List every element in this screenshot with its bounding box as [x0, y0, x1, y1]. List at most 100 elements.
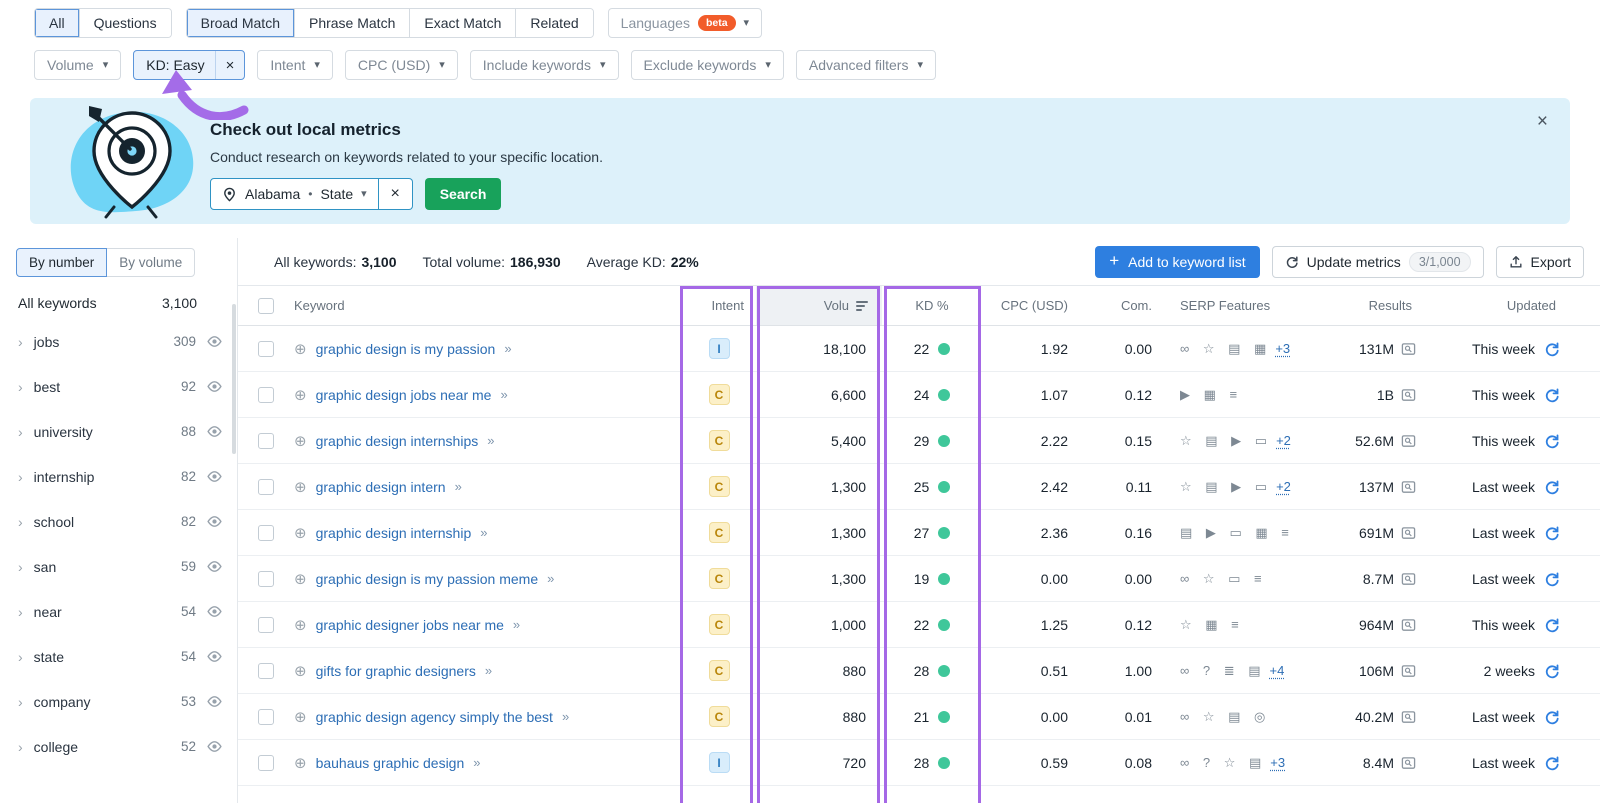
- open-keyword-icon[interactable]: »: [455, 479, 462, 494]
- add-keyword-plus-icon[interactable]: ⊕: [294, 386, 307, 404]
- sidebar-scrollbar[interactable]: [232, 304, 236, 454]
- select-all-checkbox[interactable]: [258, 298, 274, 314]
- row-checkbox[interactable]: [258, 433, 274, 449]
- banner-close-icon[interactable]: ×: [1537, 112, 1548, 131]
- languages-dropdown[interactable]: Languages beta ▾: [608, 8, 762, 38]
- add-keyword-plus-icon[interactable]: ⊕: [294, 708, 307, 726]
- keyword-link[interactable]: graphic design agency simply the best: [316, 709, 553, 725]
- intent-badge[interactable]: C: [709, 476, 730, 497]
- advanced-filters-dropdown[interactable]: Advanced filters ▾: [796, 50, 936, 80]
- match-type-tab[interactable]: Exact Match: [410, 9, 516, 37]
- header-results[interactable]: Results: [1322, 298, 1432, 313]
- serp-preview-icon[interactable]: [1401, 618, 1416, 632]
- sort-by-volume-button[interactable]: By volume: [106, 248, 195, 277]
- row-checkbox[interactable]: [258, 709, 274, 725]
- refresh-metrics-icon[interactable]: [1544, 433, 1560, 449]
- intent-badge[interactable]: C: [709, 660, 730, 681]
- add-keyword-plus-icon[interactable]: ⊕: [294, 570, 307, 588]
- add-keyword-plus-icon[interactable]: ⊕: [294, 340, 307, 358]
- keyword-link[interactable]: graphic design jobs near me: [316, 387, 492, 403]
- add-to-keyword-list-button[interactable]: + Add to keyword list: [1095, 246, 1259, 278]
- exclude-keywords-dropdown[interactable]: Exclude keywords ▾: [631, 50, 784, 80]
- kd-filter-active[interactable]: KD: Easy ×: [133, 50, 245, 80]
- open-keyword-icon[interactable]: »: [513, 617, 520, 632]
- keyword-link[interactable]: graphic design is my passion: [316, 341, 496, 357]
- serp-more-link[interactable]: +2: [1276, 433, 1291, 448]
- keyword-link[interactable]: graphic design internships: [316, 433, 479, 449]
- eye-icon[interactable]: [206, 559, 223, 574]
- serp-preview-icon[interactable]: [1401, 434, 1416, 448]
- keyword-group-item[interactable]: › san 59: [0, 544, 237, 589]
- eye-icon[interactable]: [206, 604, 223, 619]
- eye-icon[interactable]: [206, 379, 223, 394]
- eye-icon[interactable]: [206, 694, 223, 709]
- volume-filter-dropdown[interactable]: Volume ▾: [34, 50, 121, 80]
- header-volume[interactable]: Volu: [756, 286, 882, 325]
- serp-preview-icon[interactable]: [1401, 572, 1416, 586]
- open-keyword-icon[interactable]: »: [485, 663, 492, 678]
- add-keyword-plus-icon[interactable]: ⊕: [294, 478, 307, 496]
- header-cpc[interactable]: CPC (USD): [982, 298, 1082, 313]
- open-keyword-icon[interactable]: »: [547, 571, 554, 586]
- eye-icon[interactable]: [206, 334, 223, 349]
- add-keyword-plus-icon[interactable]: ⊕: [294, 754, 307, 772]
- row-checkbox[interactable]: [258, 571, 274, 587]
- serp-preview-icon[interactable]: [1401, 664, 1416, 678]
- open-keyword-icon[interactable]: »: [562, 709, 569, 724]
- match-type-tab[interactable]: Questions: [80, 9, 171, 37]
- eye-icon[interactable]: [206, 424, 223, 439]
- row-checkbox[interactable]: [258, 663, 274, 679]
- open-keyword-icon[interactable]: »: [504, 341, 511, 356]
- keyword-link[interactable]: graphic design is my passion meme: [316, 571, 539, 587]
- add-keyword-plus-icon[interactable]: ⊕: [294, 432, 307, 450]
- header-updated[interactable]: Updated: [1432, 298, 1600, 313]
- row-checkbox[interactable]: [258, 479, 274, 495]
- refresh-metrics-icon[interactable]: [1544, 387, 1560, 403]
- match-type-tab[interactable]: Broad Match: [187, 9, 295, 37]
- serp-more-link[interactable]: +3: [1275, 341, 1290, 356]
- eye-icon[interactable]: [206, 739, 223, 754]
- row-checkbox[interactable]: [258, 387, 274, 403]
- header-intent[interactable]: Intent: [682, 298, 756, 313]
- eye-icon[interactable]: [206, 469, 223, 484]
- refresh-metrics-icon[interactable]: [1544, 341, 1560, 357]
- sort-by-number-button[interactable]: By number: [16, 248, 107, 277]
- keyword-group-item[interactable]: › company 53: [0, 679, 237, 724]
- header-serp-features[interactable]: SERP Features: [1162, 298, 1322, 313]
- header-com[interactable]: Com.: [1082, 298, 1162, 313]
- row-checkbox[interactable]: [258, 617, 274, 633]
- serp-preview-icon[interactable]: [1401, 710, 1416, 724]
- serp-preview-icon[interactable]: [1401, 388, 1416, 402]
- match-type-tab[interactable]: All: [35, 9, 80, 37]
- location-select[interactable]: Alabama • State ▾: [210, 178, 379, 210]
- keyword-link[interactable]: graphic design internship: [316, 525, 472, 541]
- local-search-button[interactable]: Search: [425, 178, 502, 210]
- serp-more-link[interactable]: +4: [1270, 663, 1285, 678]
- all-keywords-row[interactable]: All keywords 3,100: [0, 281, 237, 319]
- match-type-tab[interactable]: Phrase Match: [295, 9, 410, 37]
- header-keyword[interactable]: Keyword: [294, 298, 682, 313]
- intent-badge[interactable]: C: [709, 522, 730, 543]
- include-keywords-dropdown[interactable]: Include keywords ▾: [470, 50, 619, 80]
- intent-badge[interactable]: C: [709, 384, 730, 405]
- location-clear-button[interactable]: ×: [379, 178, 413, 210]
- serp-preview-icon[interactable]: [1401, 756, 1416, 770]
- intent-badge[interactable]: C: [709, 706, 730, 727]
- intent-badge[interactable]: C: [709, 568, 730, 589]
- keyword-link[interactable]: gifts for graphic designers: [316, 663, 476, 679]
- row-checkbox[interactable]: [258, 341, 274, 357]
- kd-filter-remove-button[interactable]: ×: [216, 51, 245, 79]
- eye-icon[interactable]: [206, 514, 223, 529]
- keyword-group-item[interactable]: › best 92: [0, 364, 237, 409]
- keyword-link[interactable]: bauhaus graphic design: [316, 755, 465, 771]
- update-metrics-button[interactable]: Update metrics 3/1,000: [1272, 246, 1484, 278]
- header-kd[interactable]: KD %: [882, 298, 982, 313]
- keyword-group-item[interactable]: › state 54: [0, 634, 237, 679]
- intent-badge[interactable]: C: [709, 430, 730, 451]
- serp-preview-icon[interactable]: [1401, 480, 1416, 494]
- add-keyword-plus-icon[interactable]: ⊕: [294, 662, 307, 680]
- refresh-metrics-icon[interactable]: [1544, 709, 1560, 725]
- refresh-metrics-icon[interactable]: [1544, 755, 1560, 771]
- serp-preview-icon[interactable]: [1401, 526, 1416, 540]
- open-keyword-icon[interactable]: »: [500, 387, 507, 402]
